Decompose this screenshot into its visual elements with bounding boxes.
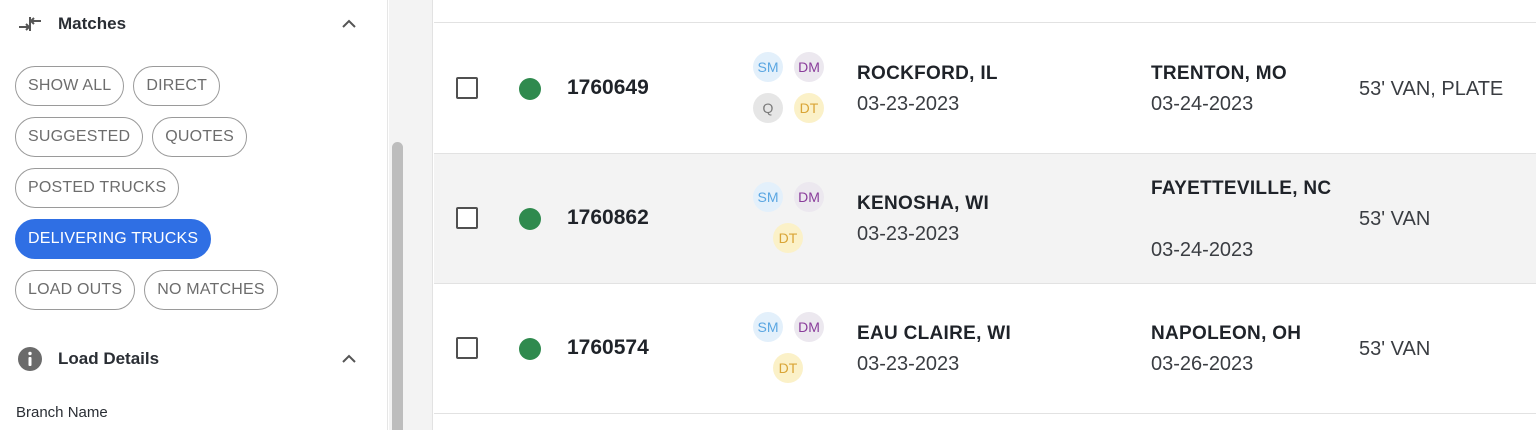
destination-city: FAYETTEVILLE, NC	[1151, 178, 1332, 199]
table-row[interactable]: 1760862 SM DM DT KENOSHA, WI 03-23-2023 FAYETT…	[434, 154, 1536, 284]
filter-chip-show-all[interactable]: SHOW ALL	[15, 66, 125, 106]
origin-city: ROCKFORD, IL	[857, 63, 998, 84]
load-id[interactable]: 1760862	[567, 206, 649, 230]
branch-name-label: Branch Name	[16, 404, 108, 421]
status-indicator	[519, 338, 541, 360]
chevron-up-icon[interactable]	[339, 14, 359, 34]
origin-date: 03-23-2023	[857, 93, 960, 115]
match-filter-chips: SHOW ALL DIRECT SUGGESTED QUOTES POSTED TRUC…	[15, 66, 355, 321]
destination-date: 03-24-2023	[1151, 93, 1254, 115]
matches-section-header[interactable]: Matches	[16, 9, 359, 39]
destination-date: 03-26-2023	[1151, 353, 1254, 375]
destination-city: TRENTON, MO	[1151, 63, 1287, 84]
filter-chip-delivering-trucks[interactable]: DELIVERING TRUCKS	[15, 219, 212, 259]
load-id[interactable]: 1760574	[567, 336, 649, 360]
equipment-type: 53' VAN	[1359, 208, 1431, 230]
match-badge-dm[interactable]: DM	[794, 312, 824, 342]
origin-date: 03-23-2023	[857, 353, 960, 375]
filter-chip-direct[interactable]: DIRECT	[133, 66, 221, 106]
match-badge-dt[interactable]: DT	[773, 353, 803, 383]
match-badge-dt[interactable]: DT	[773, 223, 803, 253]
load-details-section-header[interactable]: Load Details	[16, 344, 359, 374]
row-select-checkbox[interactable]	[456, 207, 478, 229]
match-badge-sm[interactable]: SM	[753, 52, 783, 82]
sidebar-scrollbar-thumb[interactable]	[392, 142, 403, 430]
chip-row: SUGGESTED QUOTES	[15, 117, 355, 157]
arrows-exchange-icon	[16, 10, 44, 38]
load-id[interactable]: 1760649	[567, 76, 649, 100]
origin-city: EAU CLAIRE, WI	[857, 323, 1012, 344]
chevron-up-icon[interactable]	[339, 349, 359, 369]
match-badge-sm[interactable]: SM	[753, 182, 783, 212]
match-badge-sm[interactable]: SM	[753, 312, 783, 342]
filter-chip-load-outs[interactable]: LOAD OUTS	[15, 270, 136, 310]
destination-date: 03-24-2023	[1151, 239, 1254, 261]
table-row-partial	[434, 0, 1536, 23]
chip-row: POSTED TRUCKS	[15, 168, 355, 208]
table-row[interactable]: 1760574 SM DM DT EAU CLAIRE, WI 03-23-2023 NAP…	[434, 284, 1536, 414]
status-indicator	[519, 78, 541, 100]
info-icon	[16, 345, 44, 373]
match-badge-dm[interactable]: DM	[794, 52, 824, 82]
chip-row: DELIVERING TRUCKS	[15, 219, 355, 259]
row-select-checkbox[interactable]	[456, 337, 478, 359]
chip-row: SHOW ALL DIRECT	[15, 66, 355, 106]
matches-section-title: Matches	[58, 14, 127, 33]
loads-table: 1760649 SM DM Q DT ROCKFORD, IL 03-23-2023 TREN…	[434, 0, 1536, 430]
match-badge-dt[interactable]: DT	[794, 93, 824, 123]
chip-row: LOAD OUTS NO MATCHES	[15, 270, 355, 310]
filter-chip-no-matches[interactable]: NO MATCHES	[144, 270, 278, 310]
equipment-type: 53' VAN, PLATE	[1359, 78, 1504, 100]
row-select-checkbox[interactable]	[456, 77, 478, 99]
equipment-type: 53' VAN	[1359, 338, 1431, 360]
table-row[interactable]: 1760649 SM DM Q DT ROCKFORD, IL 03-23-2023 TREN…	[434, 24, 1536, 154]
destination-city: NAPOLEON, OH	[1151, 323, 1302, 344]
origin-date: 03-23-2023	[857, 223, 960, 245]
match-badge-q[interactable]: Q	[753, 93, 783, 123]
filter-chip-quotes[interactable]: QUOTES	[152, 117, 248, 157]
filter-sidebar: Matches SHOW ALL DIRECT SUGGESTED QUOTES POS…	[0, 0, 388, 430]
filter-chip-posted-trucks[interactable]: POSTED TRUCKS	[15, 168, 180, 208]
load-details-section-title: Load Details	[58, 349, 160, 368]
status-indicator	[519, 208, 541, 230]
origin-city: KENOSHA, WI	[857, 193, 990, 214]
match-badge-dm[interactable]: DM	[794, 182, 824, 212]
filter-chip-suggested[interactable]: SUGGESTED	[15, 117, 144, 157]
